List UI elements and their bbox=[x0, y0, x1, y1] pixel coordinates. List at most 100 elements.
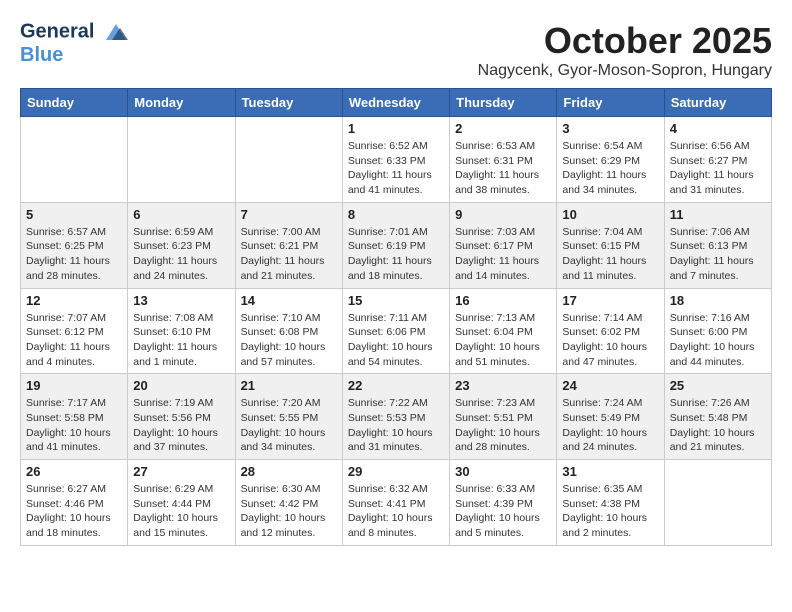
day-info: Sunrise: 6:27 AM Sunset: 4:46 PM Dayligh… bbox=[26, 482, 122, 541]
day-info: Sunrise: 7:24 AM Sunset: 5:49 PM Dayligh… bbox=[562, 396, 658, 455]
calendar-cell: 27 Sunrise: 6:29 AM Sunset: 4:44 PM Dayli… bbox=[128, 460, 235, 546]
day-number: 8 bbox=[348, 207, 444, 222]
day-info: Sunrise: 7:00 AM Sunset: 6:21 PM Dayligh… bbox=[241, 225, 337, 284]
day-info: Sunrise: 7:13 AM Sunset: 6:04 PM Dayligh… bbox=[455, 311, 551, 370]
day-info: Sunrise: 7:16 AM Sunset: 6:00 PM Dayligh… bbox=[670, 311, 766, 370]
calendar-cell bbox=[664, 460, 771, 546]
calendar-cell: 8 Sunrise: 7:01 AM Sunset: 6:19 PM Daylig… bbox=[342, 202, 449, 288]
calendar-cell: 7Sunrise: 7:00 AM Sunset: 6:21 PM Daylig… bbox=[235, 202, 342, 288]
day-info: Sunrise: 7:07 AM Sunset: 6:12 PM Dayligh… bbox=[26, 311, 122, 370]
day-info: Sunrise: 6:53 AM Sunset: 6:31 PM Dayligh… bbox=[455, 139, 551, 198]
day-info: Sunrise: 6:59 AM Sunset: 6:23 PM Dayligh… bbox=[133, 225, 229, 284]
day-number: 24 bbox=[562, 378, 658, 393]
calendar-cell: 5 Sunrise: 6:57 AM Sunset: 6:25 PM Daylig… bbox=[21, 202, 128, 288]
calendar-cell: 31Sunrise: 6:35 AM Sunset: 4:38 PM Dayli… bbox=[557, 460, 664, 546]
day-number: 20 bbox=[133, 378, 229, 393]
day-number: 23 bbox=[455, 378, 551, 393]
calendar-cell: 29 Sunrise: 6:32 AM Sunset: 4:41 PM Dayli… bbox=[342, 460, 449, 546]
calendar-cell: 2 Sunrise: 6:53 AM Sunset: 6:31 PM Daylig… bbox=[450, 117, 557, 203]
day-info: Sunrise: 7:08 AM Sunset: 6:10 PM Dayligh… bbox=[133, 311, 229, 370]
calendar-cell: 11 Sunrise: 7:06 AM Sunset: 6:13 PM Dayli… bbox=[664, 202, 771, 288]
day-number: 3 bbox=[562, 121, 658, 136]
calendar-cell bbox=[21, 117, 128, 203]
calendar-cell: 28 Sunrise: 6:30 AM Sunset: 4:42 PM Dayli… bbox=[235, 460, 342, 546]
day-number: 27 bbox=[133, 464, 229, 479]
calendar-cell: 6 Sunrise: 6:59 AM Sunset: 6:23 PM Daylig… bbox=[128, 202, 235, 288]
day-number: 19 bbox=[26, 378, 122, 393]
location-title: Nagycenk, Gyor-Moson-Sopron, Hungary bbox=[478, 62, 772, 80]
logo-icon bbox=[102, 20, 130, 44]
day-number: 25 bbox=[670, 378, 766, 393]
calendar-table: SundayMondayTuesdayWednesdayThursdayFrid… bbox=[20, 88, 772, 546]
calendar-week-row: 26 Sunrise: 6:27 AM Sunset: 4:46 PM Dayli… bbox=[21, 460, 772, 546]
day-info: Sunrise: 7:10 AM Sunset: 6:08 PM Dayligh… bbox=[241, 311, 337, 370]
day-number: 11 bbox=[670, 207, 766, 222]
day-info: Sunrise: 7:04 AM Sunset: 6:15 PM Dayligh… bbox=[562, 225, 658, 284]
day-number: 10 bbox=[562, 207, 658, 222]
calendar-cell: 24 Sunrise: 7:24 AM Sunset: 5:49 PM Dayli… bbox=[557, 374, 664, 460]
day-info: Sunrise: 7:06 AM Sunset: 6:13 PM Dayligh… bbox=[670, 225, 766, 284]
calendar-cell: 23Sunrise: 7:23 AM Sunset: 5:51 PM Dayli… bbox=[450, 374, 557, 460]
weekday-header: Sunday bbox=[21, 89, 128, 117]
weekday-header: Wednesday bbox=[342, 89, 449, 117]
day-info: Sunrise: 7:19 AM Sunset: 5:56 PM Dayligh… bbox=[133, 396, 229, 455]
day-number: 17 bbox=[562, 293, 658, 308]
header: General Blue October 2025 Nagycenk, Gyor… bbox=[20, 20, 772, 80]
day-number: 1 bbox=[348, 121, 444, 136]
calendar-week-row: 19Sunrise: 7:17 AM Sunset: 5:58 PM Dayli… bbox=[21, 374, 772, 460]
calendar-cell: 22 Sunrise: 7:22 AM Sunset: 5:53 PM Dayli… bbox=[342, 374, 449, 460]
day-info: Sunrise: 6:56 AM Sunset: 6:27 PM Dayligh… bbox=[670, 139, 766, 198]
calendar-week-row: 12 Sunrise: 7:07 AM Sunset: 6:12 PM Dayli… bbox=[21, 288, 772, 374]
calendar-cell: 12 Sunrise: 7:07 AM Sunset: 6:12 PM Dayli… bbox=[21, 288, 128, 374]
day-number: 22 bbox=[348, 378, 444, 393]
day-info: Sunrise: 7:20 AM Sunset: 5:55 PM Dayligh… bbox=[241, 396, 337, 455]
day-number: 9 bbox=[455, 207, 551, 222]
day-info: Sunrise: 7:26 AM Sunset: 5:48 PM Dayligh… bbox=[670, 396, 766, 455]
day-number: 30 bbox=[455, 464, 551, 479]
calendar-cell: 20 Sunrise: 7:19 AM Sunset: 5:56 PM Dayli… bbox=[128, 374, 235, 460]
day-info: Sunrise: 6:30 AM Sunset: 4:42 PM Dayligh… bbox=[241, 482, 337, 541]
calendar-cell bbox=[128, 117, 235, 203]
calendar-cell: 21Sunrise: 7:20 AM Sunset: 5:55 PM Dayli… bbox=[235, 374, 342, 460]
day-number: 18 bbox=[670, 293, 766, 308]
day-number: 2 bbox=[455, 121, 551, 136]
day-number: 15 bbox=[348, 293, 444, 308]
logo-text: General bbox=[20, 20, 130, 44]
calendar-cell: 1 Sunrise: 6:52 AM Sunset: 6:33 PM Daylig… bbox=[342, 117, 449, 203]
calendar-cell: 14 Sunrise: 7:10 AM Sunset: 6:08 PM Dayli… bbox=[235, 288, 342, 374]
day-info: Sunrise: 7:11 AM Sunset: 6:06 PM Dayligh… bbox=[348, 311, 444, 370]
calendar-cell: 19Sunrise: 7:17 AM Sunset: 5:58 PM Dayli… bbox=[21, 374, 128, 460]
day-number: 6 bbox=[133, 207, 229, 222]
calendar-cell: 4 Sunrise: 6:56 AM Sunset: 6:27 PM Daylig… bbox=[664, 117, 771, 203]
weekday-header: Tuesday bbox=[235, 89, 342, 117]
calendar-week-row: 5 Sunrise: 6:57 AM Sunset: 6:25 PM Daylig… bbox=[21, 202, 772, 288]
logo: General Blue bbox=[20, 20, 130, 66]
day-info: Sunrise: 6:32 AM Sunset: 4:41 PM Dayligh… bbox=[348, 482, 444, 541]
day-info: Sunrise: 6:52 AM Sunset: 6:33 PM Dayligh… bbox=[348, 139, 444, 198]
day-number: 28 bbox=[241, 464, 337, 479]
day-info: Sunrise: 6:57 AM Sunset: 6:25 PM Dayligh… bbox=[26, 225, 122, 284]
calendar-cell: 13Sunrise: 7:08 AM Sunset: 6:10 PM Dayli… bbox=[128, 288, 235, 374]
day-number: 4 bbox=[670, 121, 766, 136]
day-info: Sunrise: 6:35 AM Sunset: 4:38 PM Dayligh… bbox=[562, 482, 658, 541]
day-number: 14 bbox=[241, 293, 337, 308]
month-title: October 2025 bbox=[478, 20, 772, 62]
calendar-cell: 18 Sunrise: 7:16 AM Sunset: 6:00 PM Dayli… bbox=[664, 288, 771, 374]
day-info: Sunrise: 7:14 AM Sunset: 6:02 PM Dayligh… bbox=[562, 311, 658, 370]
weekday-header: Friday bbox=[557, 89, 664, 117]
day-number: 12 bbox=[26, 293, 122, 308]
day-info: Sunrise: 7:01 AM Sunset: 6:19 PM Dayligh… bbox=[348, 225, 444, 284]
day-number: 26 bbox=[26, 464, 122, 479]
weekday-header: Saturday bbox=[664, 89, 771, 117]
calendar-cell: 15 Sunrise: 7:11 AM Sunset: 6:06 PM Dayli… bbox=[342, 288, 449, 374]
day-number: 5 bbox=[26, 207, 122, 222]
calendar-cell: 3Sunrise: 6:54 AM Sunset: 6:29 PM Daylig… bbox=[557, 117, 664, 203]
day-info: Sunrise: 6:29 AM Sunset: 4:44 PM Dayligh… bbox=[133, 482, 229, 541]
day-info: Sunrise: 7:03 AM Sunset: 6:17 PM Dayligh… bbox=[455, 225, 551, 284]
calendar-cell: 30Sunrise: 6:33 AM Sunset: 4:39 PM Dayli… bbox=[450, 460, 557, 546]
day-info: Sunrise: 7:22 AM Sunset: 5:53 PM Dayligh… bbox=[348, 396, 444, 455]
calendar-cell: 9 Sunrise: 7:03 AM Sunset: 6:17 PM Daylig… bbox=[450, 202, 557, 288]
logo-blue: Blue bbox=[20, 44, 130, 66]
day-number: 29 bbox=[348, 464, 444, 479]
calendar-cell: 17 Sunrise: 7:14 AM Sunset: 6:02 PM Dayli… bbox=[557, 288, 664, 374]
